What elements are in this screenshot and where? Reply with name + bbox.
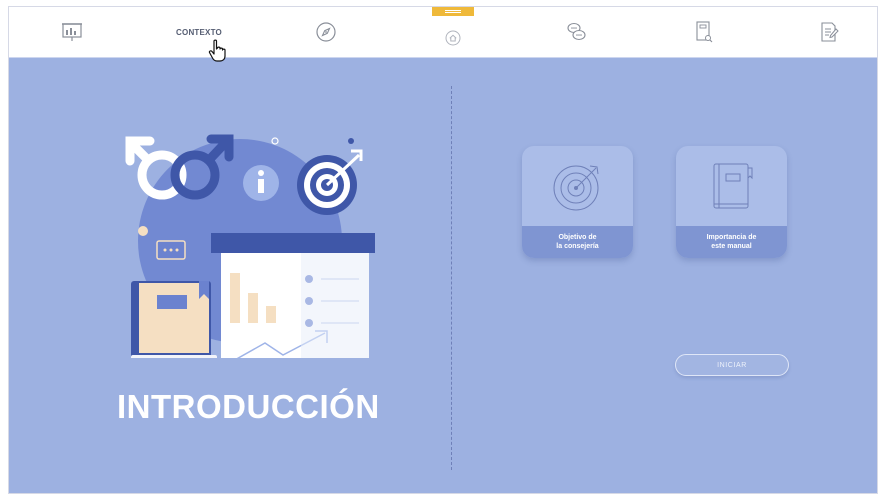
nav-notes-button[interactable] [814,7,844,57]
card-label: Importancia de este manual [676,226,787,258]
nav-compass-button[interactable] [311,7,341,57]
nav-chat-button[interactable] [562,7,592,57]
chat-bubble-icon [156,240,186,260]
book-search-icon [696,21,713,43]
nav-manual-button[interactable] [689,7,719,57]
nav-home-button[interactable] [440,19,466,57]
book-icon [713,163,752,209]
introduction-illustration [125,134,375,358]
section-divider [451,86,452,470]
objetivo-consejeria-card[interactable]: Objetivo de la consejería [522,146,633,258]
target-icon [553,165,598,211]
document-edit-icon [821,22,839,42]
nav-contexto-label: CONTEXTO [176,27,222,37]
info-icon [243,165,279,201]
top-navigation-bar: CONTEXTO [9,7,877,58]
presentation-chart-icon [62,23,82,41]
start-button[interactable]: INICIAR [675,354,789,376]
nav-presentation-button[interactable] [57,7,87,57]
card-label: Objetivo de la consejería [522,226,633,258]
app-frame: CONTEXTO INTRODUCCIÓN Objetivo de la con… [8,6,878,494]
book-icon [131,281,217,358]
target-bullseye-icon [297,149,363,215]
main-content: INTRODUCCIÓN Objetivo de la consejería I… [9,58,877,493]
importancia-manual-card[interactable]: Importancia de este manual [676,146,787,258]
compass-icon [316,22,336,42]
page-title: INTRODUCCIÓN [117,388,380,425]
nav-contexto-tab[interactable]: CONTEXTO [169,7,229,57]
chat-bubbles-icon [567,22,586,41]
presentation-board-icon [211,233,375,358]
active-tab-indicator [432,7,474,16]
home-icon [445,30,461,46]
